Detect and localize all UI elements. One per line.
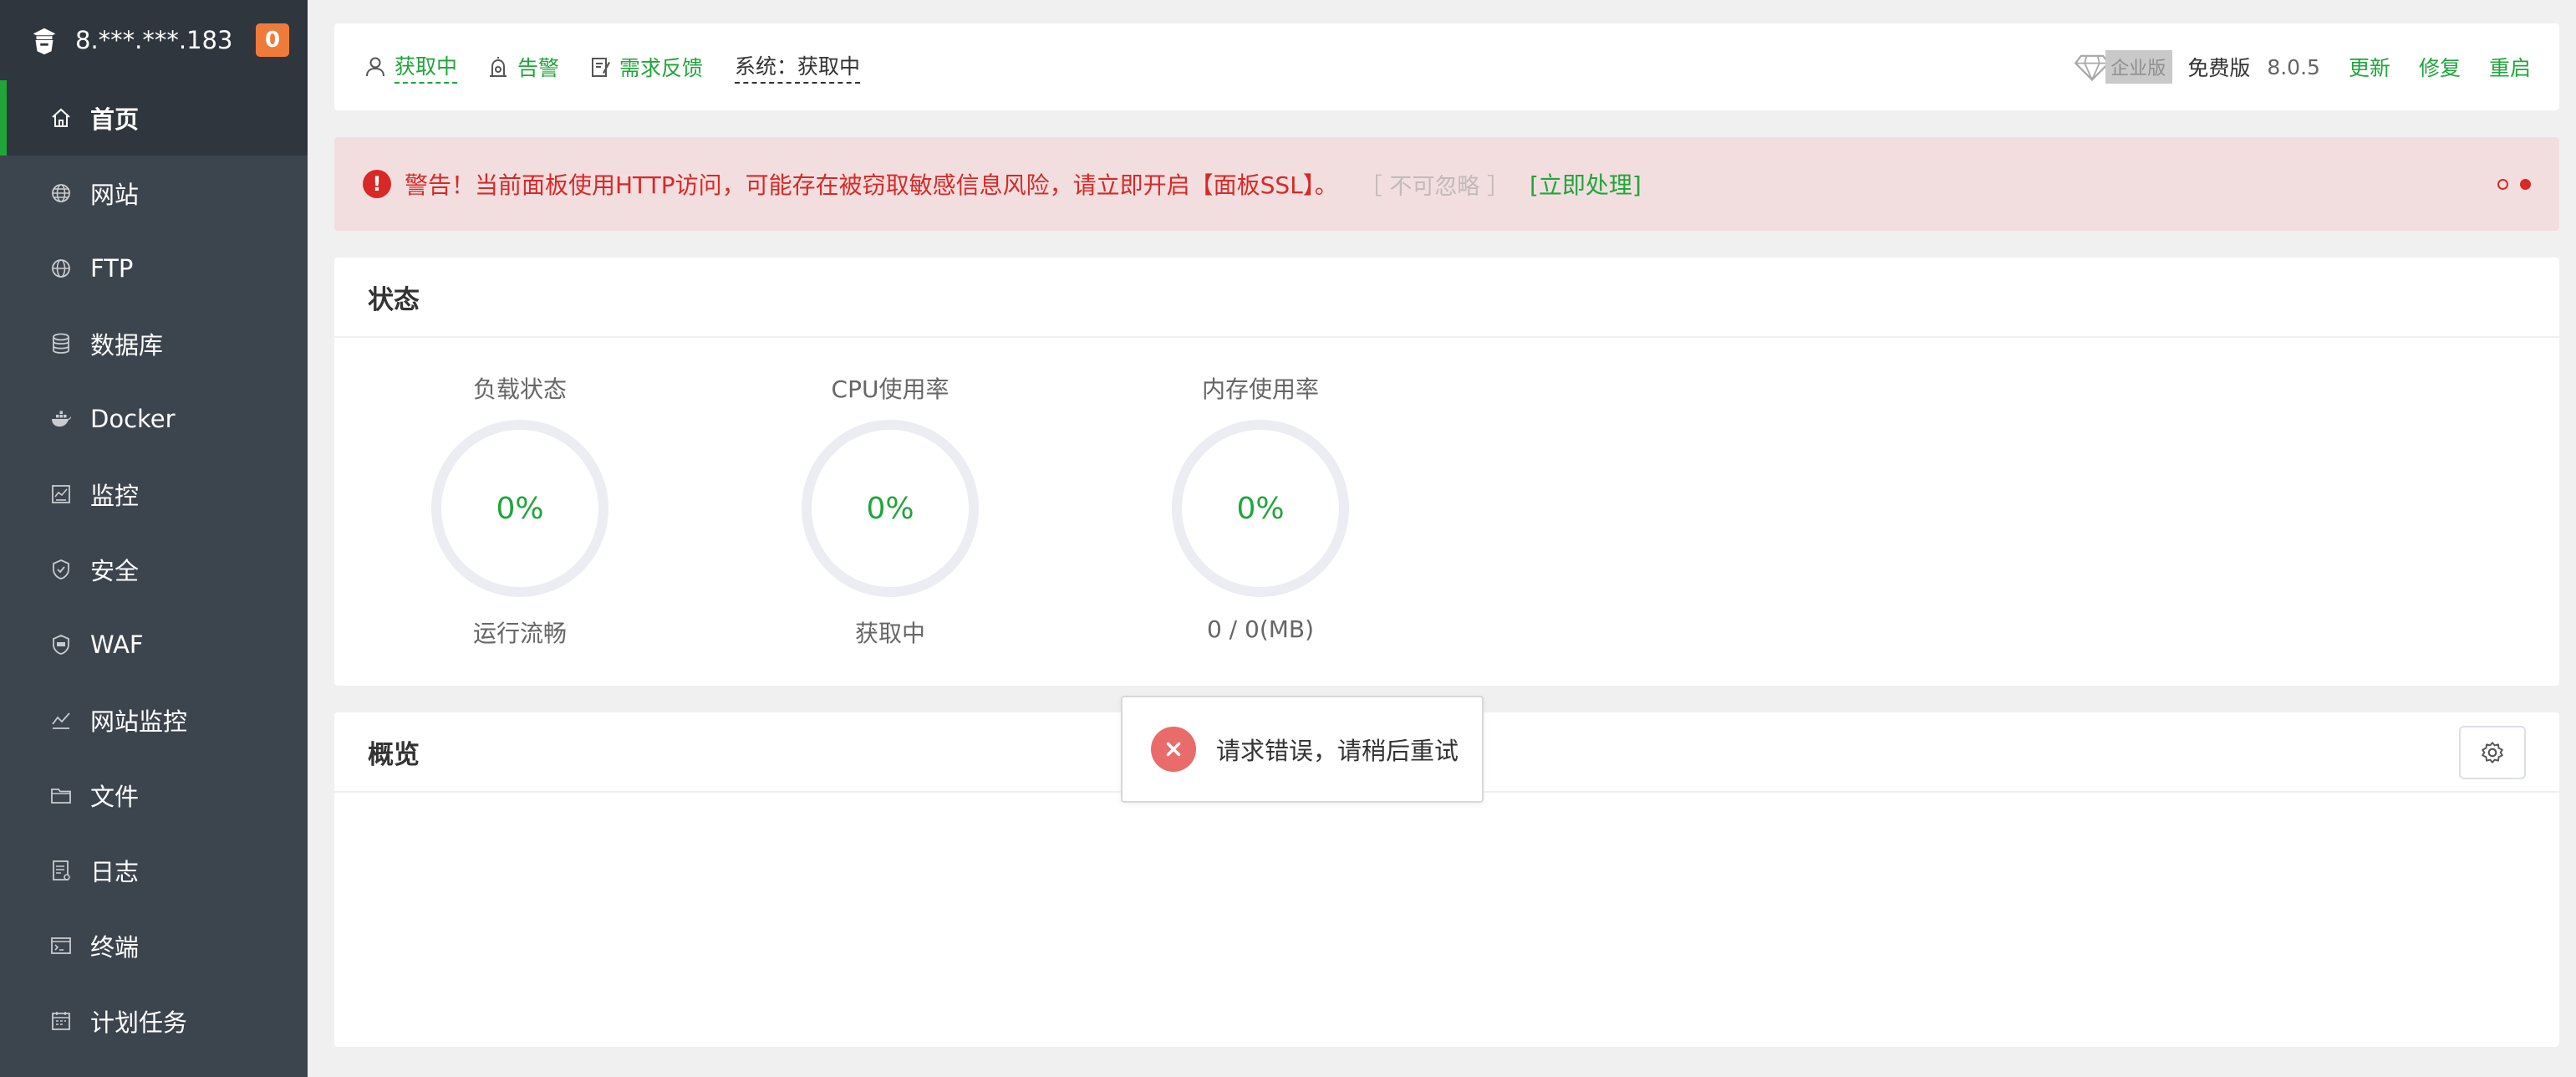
feedback-icon <box>592 58 611 77</box>
notification-badge[interactable]: 0 <box>256 23 289 57</box>
alarm-icon <box>490 57 507 77</box>
sidebar-item-site-monitor[interactable]: 网站监控 <box>0 682 308 758</box>
warning-icon: ! <box>363 170 391 198</box>
sidebar-item-cron[interactable]: 计划任务 <box>0 983 308 1059</box>
enterprise-label: 企业版 <box>2105 50 2173 84</box>
ignore-label: ［ 不可忽略 ］ <box>1359 173 1509 200</box>
sidebar-item-label: WAF <box>90 630 144 659</box>
error-toast: 请求错误，请稍后重试 <box>1121 696 1484 803</box>
sidebar-item-database[interactable]: 数据库 <box>0 306 308 381</box>
feedback-link[interactable]: 需求反馈 <box>588 52 703 82</box>
status-panel: 状态 负载状态 0% 运行流畅 CPU使用率 0% 获取中 内存使用率 0% 0… <box>334 258 2559 686</box>
toast-message: 请求错误，请稍后重试 <box>1216 737 1459 765</box>
ftp-globe-icon <box>48 256 74 281</box>
gauge-label: 负载状态 <box>472 375 567 403</box>
sidebar-item-label: 网站 <box>90 181 140 209</box>
gauge-label: CPU使用率 <box>831 375 949 403</box>
gauge-ring: 0% <box>431 420 608 597</box>
sidebar-item-label: 日志 <box>90 858 140 886</box>
sidebar-item-waf[interactable]: WAF <box>0 607 308 682</box>
calendar-icon <box>48 1008 74 1034</box>
sidebar-item-label: FTP <box>90 254 134 283</box>
banner-pager <box>2497 178 2531 190</box>
server-ip: 8.***.***.183 <box>75 26 233 54</box>
update-button[interactable]: 更新 <box>2349 52 2390 82</box>
sidebar-item-label: 安全 <box>90 557 140 585</box>
home-icon <box>48 105 74 130</box>
pager-dot-active[interactable] <box>2520 178 2531 190</box>
sidebar-item-label: Docker <box>90 405 176 433</box>
sidebar-item-ftp[interactable]: FTP <box>0 231 308 306</box>
sidebar-item-label: 计划任务 <box>90 1008 188 1037</box>
sidebar-nav: 首页 网站 FTP 数据库 Docker 监控 安全 WAF 网站监控 文件 日… <box>0 80 308 1059</box>
warning-message: 警告！当前面板使用HTTP访问，可能存在被窃取敏感信息风险，请立即开启【面板SS… <box>405 171 1338 199</box>
handle-now-link[interactable]: [立即处理] <box>1530 167 1642 201</box>
sidebar-item-label: 文件 <box>90 783 140 811</box>
baota-logo-icon <box>28 24 60 56</box>
chart-line-icon <box>48 707 74 732</box>
system-info[interactable]: 系统：获取中 <box>735 50 861 84</box>
sidebar-item-files[interactable]: 文件 <box>0 758 308 833</box>
gauge-value: 0% <box>866 491 914 526</box>
sidebar-item-label: 数据库 <box>90 331 164 360</box>
sidebar: 8.***.***.183 0 首页 网站 FTP 数据库 Docker 监控 … <box>0 0 308 1077</box>
pager-dot[interactable] <box>2497 178 2508 190</box>
user-link[interactable]: 获取中 <box>363 50 458 84</box>
restart-button[interactable]: 重启 <box>2489 52 2531 82</box>
sidebar-item-label: 首页 <box>90 105 140 134</box>
sidebar-item-logs[interactable]: 日志 <box>0 833 308 908</box>
terminal-icon <box>48 933 74 958</box>
sidebar-item-docker[interactable]: Docker <box>0 381 308 457</box>
monitor-icon <box>48 482 74 507</box>
server-header[interactable]: 8.***.***.183 0 <box>0 0 308 80</box>
waf-shield-icon <box>48 632 74 657</box>
alarm-link[interactable]: 告警 <box>486 52 559 82</box>
version-area: 企业版 免费版 8.0.5 更新 修复 重启 <box>2074 50 2531 84</box>
folder-icon <box>48 783 74 808</box>
gauge-subtext: 0 / 0(MB) <box>1206 615 1315 643</box>
enterprise-badge[interactable]: 企业版 <box>2074 50 2173 84</box>
globe-icon <box>48 181 74 206</box>
cpu-gauge[interactable]: CPU使用率 0% 获取中 <box>781 371 999 649</box>
sidebar-item-website[interactable]: 网站 <box>0 156 308 231</box>
error-close-icon <box>1151 727 1196 772</box>
docker-icon <box>48 406 74 431</box>
gauge-value: 0% <box>496 491 544 526</box>
gauge-subtext: 获取中 <box>854 620 925 647</box>
top-toolbar: 获取中 告警 需求反馈 系统：获取中 企业版 免费版 8.0.5 更新 修复 重… <box>334 23 2559 110</box>
memory-gauge[interactable]: 内存使用率 0% 0 / 0(MB) <box>1152 371 1369 643</box>
sidebar-item-security[interactable]: 安全 <box>0 532 308 607</box>
sidebar-item-monitor[interactable]: 监控 <box>0 457 308 532</box>
feedback-label: 需求反馈 <box>619 56 704 80</box>
sidebar-item-label: 监控 <box>90 482 140 510</box>
gauge-label: 内存使用率 <box>1201 375 1319 403</box>
gear-icon <box>2482 742 2503 763</box>
sidebar-item-label: 网站监控 <box>90 707 188 736</box>
sidebar-item-terminal[interactable]: 终端 <box>0 908 308 983</box>
log-icon <box>48 858 74 883</box>
user-status: 获取中 <box>395 50 458 84</box>
gauge-ring: 0% <box>1172 420 1349 597</box>
system-label: 系统：获取中 <box>735 50 861 84</box>
user-icon <box>366 57 384 77</box>
load-gauge[interactable]: 负载状态 0% 运行流畅 <box>411 371 629 649</box>
gauge-ring: 0% <box>802 420 979 597</box>
sidebar-item-home[interactable]: 首页 <box>0 80 308 156</box>
overview-title: 概览 <box>368 739 420 770</box>
gauge-subtext: 运行流畅 <box>472 620 567 647</box>
shield-icon <box>48 557 74 582</box>
status-gauges: 负载状态 0% 运行流畅 CPU使用率 0% 获取中 内存使用率 0% 0 / … <box>334 338 2559 684</box>
alarm-label: 告警 <box>517 56 560 80</box>
gauge-value: 0% <box>1236 491 1285 526</box>
repair-button[interactable]: 修复 <box>2419 52 2461 82</box>
free-edition-label: 免费版 <box>2187 56 2251 80</box>
database-icon <box>48 331 74 356</box>
overview-settings-button[interactable] <box>2459 726 2526 779</box>
ssl-warning-banner: ! 警告！当前面板使用HTTP访问，可能存在被窃取敏感信息风险，请立即开启【面板… <box>334 137 2559 231</box>
status-title: 状态 <box>334 258 2559 338</box>
version-number: 8.0.5 <box>2267 54 2320 79</box>
sidebar-item-label: 终端 <box>90 933 140 962</box>
